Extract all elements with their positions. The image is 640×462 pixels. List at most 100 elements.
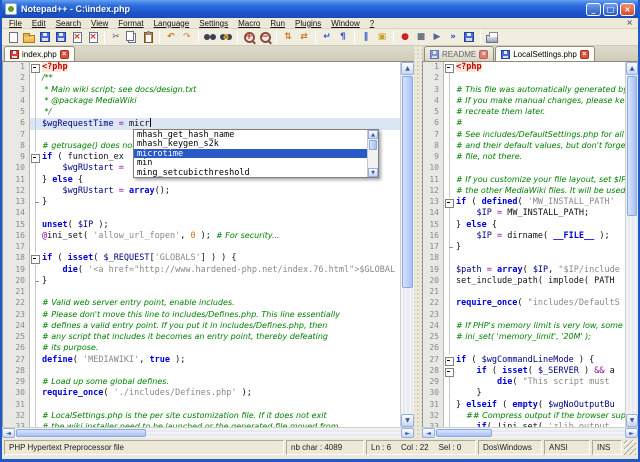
find-icon[interactable]	[202, 30, 218, 45]
tab-close-icon[interactable]: ×	[479, 50, 488, 59]
menu-item-view[interactable]: View	[86, 19, 113, 28]
fold-margin	[444, 118, 454, 129]
line-number: 9	[3, 152, 30, 163]
fold-collapse-icon[interactable]	[444, 197, 454, 208]
code-line: 11# If you customize your file layout, s…	[423, 175, 625, 186]
indent-guide-icon[interactable]: ∥	[358, 30, 374, 45]
tab-readme[interactable]: README×	[424, 46, 494, 61]
fold-collapse-icon[interactable]	[30, 62, 40, 73]
macro-record-icon[interactable]: ●	[397, 30, 413, 45]
fold-collapse-icon[interactable]	[30, 152, 40, 163]
fold-margin	[30, 141, 40, 152]
tab-close-icon[interactable]: ×	[60, 50, 69, 59]
menu-item-language[interactable]: Language	[149, 19, 195, 28]
zoom-out-icon[interactable]: −	[257, 30, 273, 45]
sync-horizontal-icon[interactable]: ⇄	[296, 30, 312, 45]
macro-stop-icon[interactable]: ■	[413, 30, 429, 45]
resize-grip[interactable]	[624, 440, 636, 455]
code-line: 29 die( "This script must	[423, 377, 625, 388]
user-define-dialog-icon[interactable]: ▣	[374, 30, 390, 45]
tab-close-icon[interactable]: ×	[580, 50, 589, 59]
menu-item-macro[interactable]: Macro	[233, 19, 265, 28]
toolbar-separator	[276, 31, 277, 44]
right-horizontal-scrollbar[interactable]: ◄ ►	[422, 427, 638, 438]
autocomplete-item[interactable]: min	[134, 158, 367, 167]
tab-localsettings-php[interactable]: LocalSettings.php×	[495, 46, 595, 61]
close-doc-icon[interactable]: ×	[69, 30, 85, 45]
macro-run-multiple-icon[interactable]: »	[445, 30, 461, 45]
cut-icon[interactable]: ✂	[108, 30, 124, 45]
new-file-icon	[9, 32, 18, 43]
menu-item-plugins[interactable]: Plugins	[290, 19, 326, 28]
close-button[interactable]: ×	[620, 3, 635, 16]
scroll-left-icon[interactable]: ◄	[2, 428, 15, 438]
minimize-button[interactable]: _	[586, 3, 601, 16]
macro-play-icon[interactable]: ▶	[429, 30, 445, 45]
save-all-icon[interactable]	[53, 30, 69, 45]
find-replace-icon[interactable]: a	[218, 30, 234, 45]
window-title: Notepad++ - C:\index.php	[21, 4, 586, 14]
fold-margin	[444, 298, 454, 309]
save-icon[interactable]	[37, 30, 53, 45]
right-vscroll-thumb[interactable]	[627, 76, 637, 216]
show-all-chars-icon[interactable]: ¶	[335, 30, 351, 45]
fold-collapse-icon[interactable]	[444, 366, 454, 377]
menu-item-search[interactable]: Search	[51, 19, 86, 28]
menu-item-run[interactable]: Run	[265, 19, 290, 28]
right-vertical-scrollbar[interactable]: ▲ ▼	[625, 62, 638, 427]
word-wrap-icon[interactable]: ↵	[319, 30, 335, 45]
scroll-up-icon[interactable]: ▲	[368, 130, 378, 139]
copy-icon[interactable]	[124, 30, 140, 45]
menu-item-settings[interactable]: Settings	[194, 19, 233, 28]
tab-index-php[interactable]: index.php×	[4, 46, 75, 61]
undo-icon[interactable]: ↶	[163, 30, 179, 45]
code-text: ## Compress output if the browser suppor	[454, 411, 625, 422]
menu-item-[interactable]: ?	[365, 19, 379, 28]
menu-item-edit[interactable]: Edit	[27, 19, 51, 28]
scroll-down-icon[interactable]: ▼	[626, 414, 638, 427]
autocomplete-item[interactable]: mhash_get_hash_name	[134, 130, 367, 139]
scroll-down-icon[interactable]: ▼	[401, 414, 414, 427]
left-vertical-scrollbar[interactable]: ▲ ▼	[400, 62, 414, 427]
menu-item-file[interactable]: File	[4, 19, 27, 28]
fold-collapse-icon[interactable]	[444, 62, 454, 73]
menu-item-window[interactable]: Window	[326, 19, 364, 28]
right-hscroll-thumb[interactable]	[436, 429, 492, 437]
menu-item-format[interactable]: Format	[113, 19, 148, 28]
autocomplete-item[interactable]: mhash_keygen_s2k	[134, 139, 367, 148]
print-icon[interactable]	[484, 30, 500, 45]
left-vscroll-thumb[interactable]	[402, 76, 413, 288]
scroll-left-icon[interactable]: ◄	[422, 428, 435, 438]
left-editor[interactable]: 1<?php2/**3 * Main wiki script; see docs…	[3, 62, 400, 427]
autocomplete-item[interactable]: microtime	[134, 149, 367, 158]
scroll-up-icon[interactable]: ▲	[626, 62, 638, 75]
code-text: /**	[40, 73, 400, 84]
scroll-down-icon[interactable]: ▼	[368, 168, 378, 177]
title-bar[interactable]: Notepad++ - C:\index.php _ □ ×	[2, 0, 638, 18]
close-all-docs-icon[interactable]: ×	[85, 30, 101, 45]
pane-splitter[interactable]	[414, 46, 422, 438]
open-folder-icon[interactable]	[21, 30, 37, 45]
fold-margin	[30, 163, 40, 174]
zoom-in-icon[interactable]: +	[241, 30, 257, 45]
left-horizontal-scrollbar[interactable]: ◄ ►	[2, 427, 414, 438]
new-file-icon[interactable]	[5, 30, 21, 45]
maximize-button[interactable]: □	[603, 3, 618, 16]
fold-margin	[30, 332, 40, 343]
scroll-right-icon[interactable]: ►	[401, 428, 414, 438]
fold-collapse-icon[interactable]	[30, 253, 40, 264]
redo-icon[interactable]: ↷	[179, 30, 195, 45]
autocomplete-item[interactable]: ming_setcubicthreshold	[134, 168, 367, 177]
sync-vertical-icon[interactable]: ⇅	[280, 30, 296, 45]
right-editor[interactable]: 1<?php23# This file was automatically ge…	[423, 62, 625, 427]
scroll-up-icon[interactable]: ▲	[401, 62, 414, 75]
scroll-right-icon[interactable]: ►	[625, 428, 638, 438]
fold-collapse-icon[interactable]	[444, 355, 454, 366]
paste-icon	[144, 32, 153, 43]
autocomplete-scroll-thumb[interactable]	[369, 140, 377, 150]
macro-save-icon[interactable]	[461, 30, 477, 45]
autocomplete-scrollbar[interactable]: ▲ ▼	[367, 130, 378, 177]
left-hscroll-thumb[interactable]	[16, 429, 146, 437]
paste-icon[interactable]	[140, 30, 156, 45]
menubar-close-icon[interactable]: ×	[626, 19, 633, 27]
